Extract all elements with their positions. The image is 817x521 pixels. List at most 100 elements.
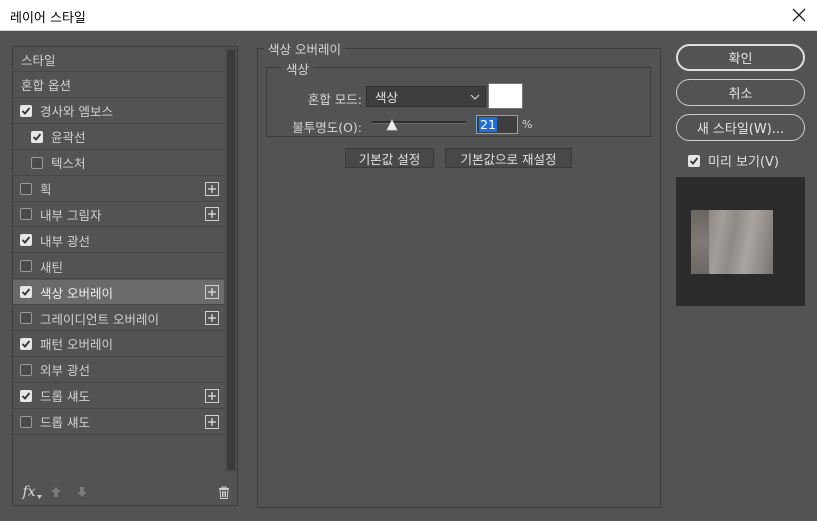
opacity-value: 21 [479,117,497,132]
style-row[interactable]: 획 [13,177,224,202]
style-row[interactable]: 내부 광선 [13,228,224,254]
style-label: 패턴 오버레이 [40,337,113,353]
slider-handle[interactable] [386,119,398,131]
style-label: 혼합 옵션 [21,78,71,94]
style-label: 텍스처 [51,156,86,172]
style-row[interactable]: 드롭 섀도 [13,410,224,435]
style-checkbox[interactable] [20,208,32,221]
fx-button[interactable]: fx [21,483,43,501]
style-checkbox[interactable] [20,286,32,299]
color-group-title: 색상 [282,59,314,78]
preview-image [691,210,773,274]
checkmark-icon [21,340,31,348]
style-checkbox[interactable] [31,156,43,169]
blend-mode-label: 혼합 모드: [307,92,362,107]
scrollbar-thumb[interactable] [227,50,235,470]
opacity-label: 불투명도(O): [292,120,362,135]
checkmark-icon [21,236,31,245]
style-row[interactable]: 드롭 섀도 [13,384,224,409]
style-label: 스타일 [21,52,56,68]
style-checkbox[interactable] [20,234,32,247]
styles-list: 스타일혼합 옵션경사와 엠보스윤곽선텍스처획내부 그림자내부 광선새틴색상 오버… [13,47,224,472]
style-row[interactable]: 외부 광선 [13,358,224,383]
styles-panel: 스타일혼합 옵션경사와 엠보스윤곽선텍스처획내부 그림자내부 광선새틴색상 오버… [12,46,238,506]
add-style-button[interactable] [205,388,219,403]
style-row[interactable]: 그레이디언트 오버레이 [13,306,224,331]
add-style-button[interactable] [205,414,219,429]
plus-icon [208,288,216,297]
style-row[interactable]: 텍스처 [13,151,224,176]
style-label: 드롭 섀도 [40,415,90,431]
opacity-slider[interactable] [372,119,466,131]
style-label: 그레이디언트 오버레이 [40,311,159,327]
title-bar: 레이어 스타일 [0,0,817,31]
style-label: 드롭 섀도 [40,389,90,405]
checkmark-icon [32,133,42,141]
arrow-up-icon [51,487,61,497]
style-row[interactable]: 경사와 엠보스 [13,99,224,124]
style-row[interactable]: 패턴 오버레이 [13,332,224,357]
color-swatch[interactable] [488,83,523,109]
style-row[interactable]: 새틴 [13,254,224,280]
style-checkbox[interactable] [20,312,32,324]
style-checkbox[interactable] [20,337,32,350]
style-checkbox[interactable] [31,130,43,143]
plus-icon [208,391,216,400]
checkmark-icon [689,156,699,165]
style-row[interactable]: 내부 그림자 [13,202,224,228]
chevron-down-icon [470,94,480,100]
style-row[interactable]: 스타일 [13,47,224,72]
make-default-button[interactable]: 기본값 설정 [345,148,434,168]
blend-mode-select[interactable]: 색상 [366,86,486,107]
add-style-button[interactable] [205,181,219,196]
preview-toggle[interactable]: 미리 보기(V) [688,151,779,170]
close-icon [792,8,806,22]
checkmark-icon [21,288,31,296]
style-label: 색상 오버레이 [40,285,113,301]
add-style-button[interactable] [205,311,219,325]
style-checkbox[interactable] [20,389,32,402]
fx-icon: fx [22,484,36,500]
style-checkbox[interactable] [20,363,32,376]
style-checkbox[interactable] [20,182,32,195]
styles-toolbar: fx [13,479,237,505]
add-style-button[interactable] [205,207,219,222]
opacity-input[interactable]: 21 [476,115,518,134]
add-style-button[interactable] [205,285,219,300]
close-button[interactable] [787,3,811,27]
preview-checkbox[interactable] [688,154,700,167]
style-checkbox[interactable] [20,260,32,273]
plus-icon [208,314,216,322]
ok-button[interactable]: 확인 [676,44,805,71]
move-up-button[interactable] [47,483,65,501]
plus-icon [208,210,216,219]
new-style-button[interactable]: 새 스타일(W)... [676,114,805,141]
style-checkbox[interactable] [20,104,32,117]
style-label: 획 [40,182,52,197]
style-row[interactable]: 혼합 옵션 [13,73,224,98]
move-down-button[interactable] [73,483,91,501]
dialog-body: 스타일 혼합 옵션 경사와 엠보스 윤곽선 텍스처 획 내부 그림자 내부 광선 새틴 색상 오버… [0,31,817,521]
plus-icon [208,184,216,193]
style-label: 내부 그림자 [40,207,102,223]
blend-mode-value: 색상 [375,90,399,105]
delete-button[interactable] [215,483,233,501]
checkmark-icon [21,392,31,400]
preview-label: 미리 보기(V) [708,155,780,170]
style-row[interactable]: 색상 오버레이 [13,280,224,306]
group-title: 색상 오버레이 [264,39,345,58]
style-label: 내부 광선 [40,233,90,249]
styles-scrollbar[interactable] [225,48,237,472]
style-row[interactable]: 윤곽선 [13,125,224,150]
arrow-down-icon [77,487,87,497]
style-checkbox[interactable] [20,415,32,428]
reset-default-button[interactable]: 기본값으로 재설정 [445,148,572,168]
trash-icon [219,486,229,499]
style-label: 윤곽선 [51,130,86,146]
style-label: 외부 광선 [40,363,90,379]
checkmark-icon [21,107,31,115]
plus-icon [208,417,216,426]
fx-dropdown-icon [36,495,42,499]
cancel-button[interactable]: 취소 [676,79,805,106]
style-label: 경사와 엠보스 [40,104,113,120]
